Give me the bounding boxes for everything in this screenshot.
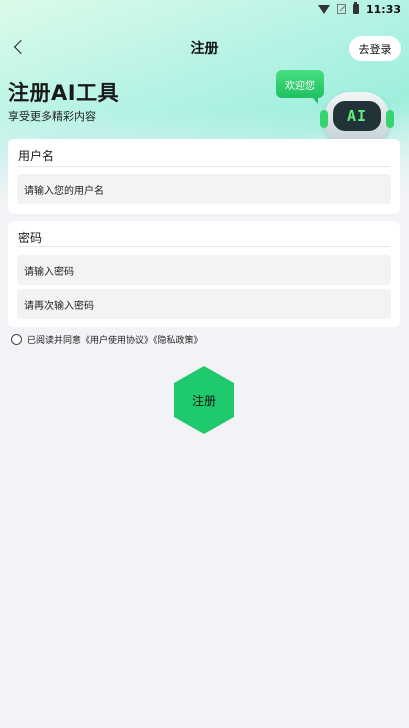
robot-ear-left xyxy=(320,110,328,128)
password-card: 密码 请输入密码 请再次输入密码 xyxy=(8,221,400,327)
divider xyxy=(18,166,390,167)
confirm-password-input[interactable]: 请再次输入密码 xyxy=(17,289,391,319)
agreement-row[interactable]: 已阅读并同意《用户使用协议》《隐私政策》 xyxy=(11,333,203,346)
no-signal-icon xyxy=(336,4,346,14)
hero-subtitle: 享受更多精彩内容 xyxy=(8,110,96,123)
status-time: 11:33 xyxy=(365,2,401,16)
go-login-button[interactable]: 去登录 xyxy=(349,36,401,61)
nav-bar: 注册 去登录 xyxy=(0,32,409,62)
hero-title: 注册AI工具 xyxy=(8,81,120,105)
password-input[interactable]: 请输入密码 xyxy=(17,255,391,285)
welcome-bubble: 欢迎您 xyxy=(276,70,324,104)
password-label: 密码 xyxy=(18,231,43,245)
robot-face: AI xyxy=(333,101,381,131)
status-bar: 11:33 xyxy=(0,0,409,18)
robot-ear-right xyxy=(386,110,394,128)
agreement-checkbox[interactable] xyxy=(11,334,22,345)
divider xyxy=(18,246,390,247)
username-label: 用户名 xyxy=(18,149,55,163)
wifi-icon xyxy=(317,5,330,14)
robot-head: AI xyxy=(320,92,394,144)
register-button[interactable]: 注册 xyxy=(174,366,234,434)
battery-icon xyxy=(352,2,359,14)
page-title: 注册 xyxy=(190,41,219,57)
username-input[interactable]: 请输入您的用户名 xyxy=(17,174,391,204)
username-card: 用户名 请输入您的用户名 xyxy=(8,139,400,214)
agreement-text[interactable]: 已阅读并同意《用户使用协议》《隐私政策》 xyxy=(27,333,203,346)
